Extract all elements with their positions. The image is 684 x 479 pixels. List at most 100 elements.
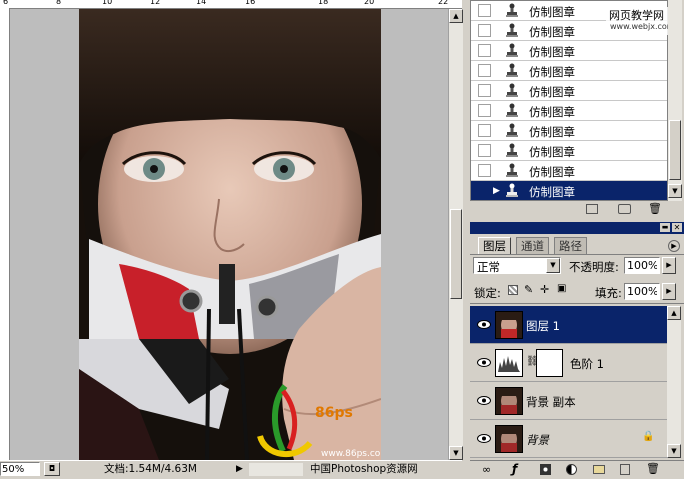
history-item[interactable]: 仿制图章	[471, 101, 667, 121]
status-arrow-icon[interactable]: ▶	[236, 462, 248, 476]
ruler-label: 12	[150, 0, 161, 6]
canvas-vertical-scrollbar[interactable]: ▲ ▼	[448, 9, 463, 460]
divider	[470, 303, 684, 304]
new-document-from-state-icon[interactable]	[586, 204, 598, 214]
layer-row[interactable]: 图层 1	[470, 306, 667, 344]
history-item[interactable]: 仿制图章	[471, 121, 667, 141]
layer-row[interactable]: ⛓ 色阶 1	[470, 344, 667, 382]
zoom-level-field[interactable]: 50%	[0, 462, 40, 476]
history-item[interactable]: 仿制图章	[471, 141, 667, 161]
scroll-down-button[interactable]: ▼	[668, 184, 682, 198]
history-item[interactable]: 仿制图章	[471, 81, 667, 101]
layer-name[interactable]: 背景	[526, 432, 549, 448]
snapshot-source-checkbox[interactable]	[478, 4, 491, 17]
layers-scrollbar[interactable]: ▲ ▼	[667, 306, 681, 458]
vertical-ruler[interactable]	[0, 8, 10, 460]
history-scrollbar[interactable]: ▼	[668, 0, 682, 201]
layer-name[interactable]: 色阶 1	[570, 356, 604, 372]
history-footer: 🗑	[470, 201, 684, 218]
history-item[interactable]: 仿制图章	[471, 61, 667, 81]
layer-thumbnail	[495, 387, 523, 415]
horizontal-scrollbar[interactable]	[249, 463, 303, 476]
layer-row[interactable]: 背景 副本	[470, 382, 667, 420]
new-adjustment-layer-icon[interactable]	[566, 464, 577, 475]
layer-name[interactable]: 图层 1	[526, 318, 560, 334]
ruler-label: 22	[438, 0, 449, 6]
horizontal-ruler[interactable]: 6 8 10 12 14 16 18 20 22	[0, 0, 462, 9]
history-item[interactable]: 仿制图章	[471, 41, 667, 61]
layer-style-icon[interactable]: ƒ	[512, 462, 517, 476]
history-item-label: 仿制图章	[529, 185, 575, 199]
tab-paths[interactable]: 路径	[554, 237, 587, 255]
clone-stamp-icon	[506, 183, 518, 197]
trash-icon[interactable]: 🗑	[648, 203, 662, 215]
history-state-slider-icon[interactable]: ▶	[493, 186, 500, 196]
fill-input[interactable]	[624, 283, 660, 300]
panel-titlebar[interactable]: ▬ ✕	[470, 222, 684, 234]
clone-stamp-icon	[506, 103, 518, 117]
snapshot-source-checkbox[interactable]	[478, 44, 491, 57]
layer-thumbnail	[495, 311, 523, 339]
history-item-label: 仿制图章	[529, 125, 575, 139]
snapshot-source-checkbox[interactable]	[478, 84, 491, 97]
new-group-icon[interactable]	[593, 465, 605, 474]
history-item-selected[interactable]: ▶ 仿制图章	[471, 181, 667, 200]
scroll-down-button[interactable]: ▼	[667, 444, 681, 458]
scroll-thumb[interactable]	[669, 120, 681, 180]
document-image[interactable]: 86ps www.86ps.com	[79, 9, 381, 460]
scroll-thumb[interactable]	[450, 209, 462, 299]
scroll-down-button[interactable]: ▼	[449, 446, 463, 460]
minimize-icon[interactable]: ▬	[660, 223, 670, 232]
layer-mask-thumbnail[interactable]	[536, 349, 563, 377]
layer-row[interactable]: 背景 🔒	[470, 420, 667, 458]
blend-mode-select[interactable]: 正常 ▼	[473, 257, 561, 274]
eye-icon[interactable]	[477, 319, 491, 330]
eye-icon[interactable]	[477, 395, 491, 406]
snapshot-source-checkbox[interactable]	[478, 164, 491, 177]
history-item-label: 仿制图章	[529, 145, 575, 159]
close-icon[interactable]: ✕	[672, 223, 682, 232]
snapshot-source-checkbox[interactable]	[478, 24, 491, 37]
document-size-info: 文档:1.54M/4.63M	[104, 463, 197, 475]
clone-stamp-icon	[506, 143, 518, 157]
watermark-caption: 中国Photoshop资源网	[310, 463, 418, 475]
lock-image-icon[interactable]: ✎	[524, 283, 533, 296]
scroll-up-button[interactable]: ▲	[449, 9, 463, 23]
layer-name[interactable]: 背景 副本	[526, 394, 576, 410]
snapshot-source-checkbox[interactable]	[478, 144, 491, 157]
lock-position-icon[interactable]: ✛	[540, 283, 549, 296]
86ps-logo-icon	[257, 384, 313, 458]
create-snapshot-icon[interactable]	[618, 204, 631, 214]
scroll-up-button[interactable]: ▲	[667, 306, 681, 320]
eye-icon[interactable]	[477, 357, 491, 368]
layer-thumbnail	[495, 425, 523, 453]
lock-all-icon[interactable]: ▣	[557, 283, 566, 294]
history-item-label: 仿制图章	[529, 65, 575, 79]
86ps-watermark: 86ps www.86ps.com	[255, 381, 381, 460]
ruler-label: 8	[56, 0, 62, 6]
clone-stamp-icon	[506, 23, 518, 37]
snapshot-source-checkbox[interactable]	[478, 64, 491, 77]
layers-panel: ▬ ✕ 图层 通道 路径 ▶ 正常 ▼ 不透明度: ▶ 锁定: ✎ ✛ ▣ 填充…	[470, 222, 684, 478]
fill-slider-button[interactable]: ▶	[662, 283, 676, 300]
opacity-slider-button[interactable]: ▶	[662, 257, 676, 274]
snapshot-source-checkbox[interactable]	[478, 124, 491, 137]
trash-icon[interactable]: 🗑	[646, 462, 660, 475]
lock-transparency-icon[interactable]	[508, 285, 518, 295]
status-menu-icon[interactable]: ◘	[44, 462, 60, 476]
chevron-down-icon[interactable]: ▼	[546, 258, 560, 273]
panel-menu-icon[interactable]: ▶	[668, 240, 680, 252]
layers-footer: ∞ ƒ 🗑	[470, 460, 684, 479]
history-item-label: 仿制图章	[529, 165, 575, 179]
add-mask-icon[interactable]	[540, 464, 551, 475]
snapshot-source-checkbox[interactable]	[478, 104, 491, 117]
blend-mode-value: 正常	[477, 260, 500, 274]
link-layers-icon[interactable]: ∞	[482, 463, 491, 476]
tab-layers[interactable]: 图层	[478, 237, 511, 255]
new-layer-icon[interactable]	[620, 464, 630, 475]
opacity-input[interactable]	[624, 257, 660, 274]
tab-channels[interactable]: 通道	[516, 237, 549, 255]
history-item[interactable]: 仿制图章	[471, 161, 667, 181]
divider	[470, 254, 684, 255]
eye-icon[interactable]	[477, 433, 491, 444]
